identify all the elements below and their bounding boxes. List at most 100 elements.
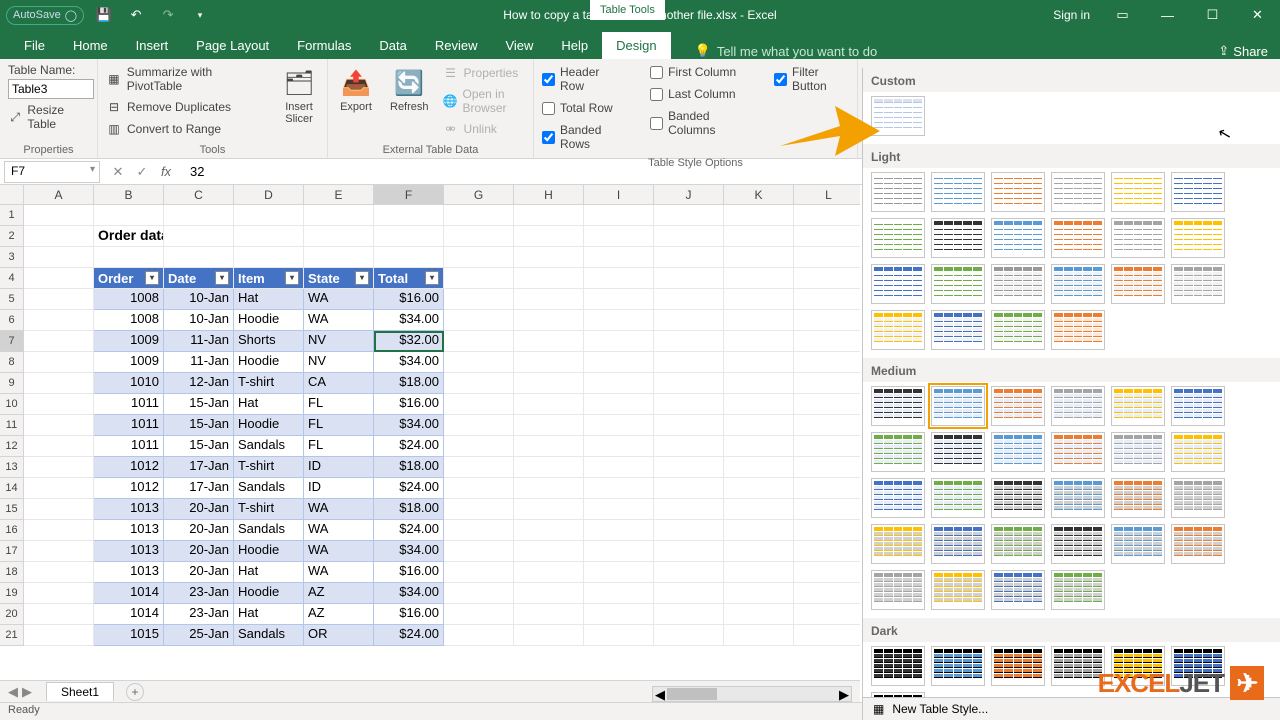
cell[interactable]: [514, 289, 584, 310]
export-button[interactable]: 📤Export: [336, 63, 376, 117]
cell[interactable]: Order data: [94, 226, 164, 247]
table-style-swatch[interactable]: [991, 524, 1045, 564]
table-style-swatch[interactable]: [871, 172, 925, 212]
table-style-swatch[interactable]: [931, 310, 985, 350]
table-style-swatch[interactable]: [871, 432, 925, 472]
cell[interactable]: [584, 289, 654, 310]
cell[interactable]: Shorts: [234, 331, 304, 352]
row-header[interactable]: 14: [0, 478, 23, 499]
cell[interactable]: [584, 562, 654, 583]
cell[interactable]: Hat: [234, 562, 304, 583]
row-header[interactable]: 6: [0, 310, 23, 331]
cell[interactable]: [724, 352, 794, 373]
cell[interactable]: [24, 520, 94, 541]
name-box[interactable]: F7: [4, 161, 100, 183]
sheet-tab[interactable]: Sheet1: [46, 682, 114, 701]
cell[interactable]: [724, 457, 794, 478]
cell[interactable]: [794, 331, 860, 352]
table-style-swatch[interactable]: [991, 570, 1045, 610]
cell[interactable]: [794, 457, 860, 478]
col-header[interactable]: E: [304, 185, 374, 204]
cell[interactable]: $16.00: [374, 289, 444, 310]
autosave-toggle[interactable]: AutoSave◯: [6, 6, 84, 25]
cell[interactable]: Hat: [234, 604, 304, 625]
cell[interactable]: [24, 226, 94, 247]
cell[interactable]: [234, 226, 304, 247]
cell[interactable]: 1013: [94, 499, 164, 520]
cell[interactable]: [24, 352, 94, 373]
tab-review[interactable]: Review: [421, 32, 492, 59]
cell[interactable]: WA: [304, 520, 374, 541]
cell[interactable]: [444, 415, 514, 436]
tab-pagelayout[interactable]: Page Layout: [182, 32, 283, 59]
cell[interactable]: [724, 226, 794, 247]
cell[interactable]: ID: [304, 457, 374, 478]
cell[interactable]: Sandals: [234, 436, 304, 457]
cell[interactable]: $34.00: [374, 583, 444, 604]
cell[interactable]: [584, 352, 654, 373]
cell[interactable]: [584, 394, 654, 415]
cell[interactable]: [794, 352, 860, 373]
maximize-icon[interactable]: ☐: [1190, 0, 1235, 30]
row-header[interactable]: 16: [0, 520, 23, 541]
cell[interactable]: [24, 583, 94, 604]
cell[interactable]: [24, 394, 94, 415]
fx-icon[interactable]: fx: [154, 164, 178, 180]
cell[interactable]: [794, 226, 860, 247]
table-style-swatch[interactable]: [931, 172, 985, 212]
cell[interactable]: $24.00: [374, 478, 444, 499]
cell[interactable]: [94, 247, 164, 268]
table-style-swatch[interactable]: [1111, 432, 1165, 472]
cell[interactable]: [444, 499, 514, 520]
table-style-swatch[interactable]: [1051, 172, 1105, 212]
cell[interactable]: [584, 205, 654, 226]
cell[interactable]: Hoodie: [234, 541, 304, 562]
cell[interactable]: [24, 331, 94, 352]
cell[interactable]: [584, 247, 654, 268]
cell[interactable]: T-shirt: [234, 499, 304, 520]
cell[interactable]: Hat: [234, 394, 304, 415]
table-style-swatch[interactable]: [931, 432, 985, 472]
cell[interactable]: [444, 520, 514, 541]
cell[interactable]: [444, 394, 514, 415]
cell[interactable]: 1011: [94, 415, 164, 436]
cell[interactable]: 1008: [94, 310, 164, 331]
cell[interactable]: T-shirt: [234, 457, 304, 478]
table-style-swatch[interactable]: [1051, 264, 1105, 304]
col-header[interactable]: L: [794, 185, 860, 204]
cell[interactable]: [24, 562, 94, 583]
cell[interactable]: [654, 625, 724, 646]
cell[interactable]: [444, 436, 514, 457]
cell[interactable]: [24, 541, 94, 562]
cell[interactable]: FL: [304, 394, 374, 415]
cell[interactable]: [724, 331, 794, 352]
cell[interactable]: [724, 247, 794, 268]
table-style-swatch[interactable]: [1051, 218, 1105, 258]
resize-table-button[interactable]: ⤢Resize Table: [8, 101, 89, 133]
cell[interactable]: Sandals: [234, 625, 304, 646]
cell[interactable]: [794, 625, 860, 646]
cell[interactable]: $34.00: [374, 415, 444, 436]
table-style-swatch[interactable]: [931, 218, 985, 258]
cell[interactable]: [514, 436, 584, 457]
cell[interactable]: [724, 520, 794, 541]
cell[interactable]: 11-Jan: [164, 352, 234, 373]
tab-help[interactable]: Help: [547, 32, 602, 59]
minimize-icon[interactable]: —: [1145, 0, 1190, 30]
cell[interactable]: [794, 583, 860, 604]
cell[interactable]: [444, 331, 514, 352]
save-icon[interactable]: 💾: [92, 3, 116, 27]
row-header[interactable]: 7: [0, 331, 23, 352]
cell[interactable]: Hat: [234, 289, 304, 310]
cell[interactable]: FL: [304, 415, 374, 436]
tab-insert[interactable]: Insert: [122, 32, 183, 59]
cell[interactable]: [794, 604, 860, 625]
cell[interactable]: [584, 310, 654, 331]
chk-last-col[interactable]: Last Column: [650, 85, 750, 103]
row-header[interactable]: 5: [0, 289, 23, 310]
cell[interactable]: [514, 499, 584, 520]
cell[interactable]: [724, 268, 794, 289]
cell[interactable]: [584, 625, 654, 646]
table-style-swatch[interactable]: [871, 264, 925, 304]
cell[interactable]: [654, 583, 724, 604]
